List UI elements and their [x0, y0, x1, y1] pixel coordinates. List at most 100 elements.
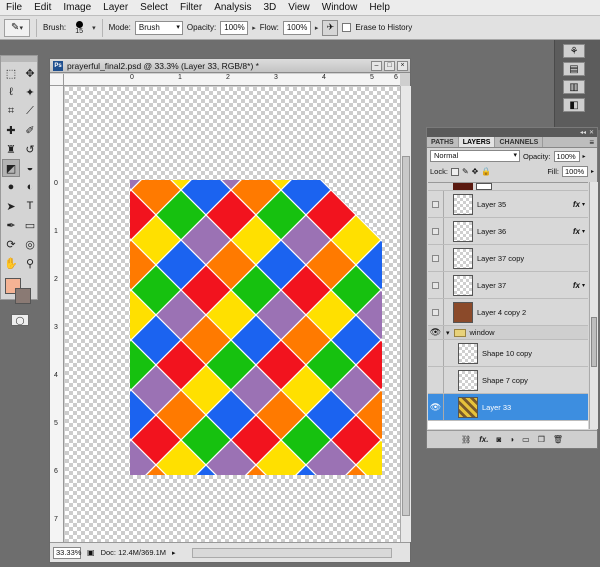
opacity-field[interactable]: 100%	[220, 20, 249, 35]
add-layer-style-button[interactable]: fx.	[479, 435, 488, 444]
close-icon[interactable]: ✕	[589, 129, 594, 136]
visibility-toggle[interactable]	[428, 299, 444, 325]
3d-rotate-tool-icon[interactable]: ⟳	[2, 235, 20, 253]
fx-badge[interactable]: fx	[573, 281, 580, 290]
menu-image[interactable]: Image	[57, 0, 97, 16]
horizontal-scrollbar[interactable]	[191, 547, 392, 558]
flow-field[interactable]: 100%	[282, 20, 311, 35]
layer-group-row[interactable]: 👁 ▾ window	[428, 326, 588, 340]
tab-paths[interactable]: PATHS	[427, 137, 459, 147]
healing-brush-tool-icon[interactable]: ✚	[2, 121, 20, 139]
visibility-toggle[interactable]	[428, 367, 444, 393]
brush-picker[interactable]: 15	[70, 20, 88, 35]
history-icon[interactable]: ◧	[563, 98, 585, 112]
tab-layers[interactable]: LAYERS	[458, 137, 496, 147]
layer-row[interactable]: Shape 7 copy	[428, 367, 588, 394]
document-titlebar[interactable]: Ps prayerful_final2.psd @ 33.3% (Layer 3…	[50, 59, 410, 73]
shape-tool-icon[interactable]: ▭	[21, 216, 39, 234]
fx-badge[interactable]: fx	[573, 227, 580, 236]
menu-layer[interactable]: Layer	[97, 0, 134, 16]
visibility-toggle[interactable]	[428, 218, 444, 244]
chevron-right-icon[interactable]: ▸	[315, 24, 319, 32]
background-color-swatch[interactable]	[15, 288, 31, 304]
crop-tool-icon[interactable]: ⌗	[2, 102, 20, 120]
vertical-scrollbar-thumb[interactable]	[402, 156, 410, 516]
collapse-icon[interactable]: ◂◂	[580, 129, 586, 136]
panel-titlebar[interactable]: ◂◂ ✕	[427, 128, 597, 137]
chevron-down-icon[interactable]: ▾	[92, 24, 96, 32]
blur-tool-icon[interactable]: ●	[2, 178, 20, 196]
add-mask-icon[interactable]: ◙	[496, 435, 501, 444]
ruler-vertical[interactable]: 0 1 2 3 4 5 6 7	[50, 86, 64, 542]
clone-stamp-tool-icon[interactable]: ♜	[2, 140, 20, 158]
eraser-tool-icon[interactable]: ◩	[2, 159, 20, 177]
layer-partial-top[interactable]	[428, 183, 588, 191]
visibility-toggle[interactable]	[428, 272, 444, 298]
minimize-button[interactable]: –	[371, 60, 382, 71]
group-expand-icon[interactable]: ▾	[446, 329, 450, 337]
lock-all-icon[interactable]: 🔒	[481, 167, 491, 176]
ruler-horizontal[interactable]: 0 1 2 3 4 5 6	[64, 74, 400, 86]
airbrush-button[interactable]: ✈	[322, 19, 339, 36]
move-tool-icon[interactable]: ✥	[21, 64, 39, 82]
layer-row[interactable]: Shape 10 copy	[428, 340, 588, 367]
tool-preset-picker[interactable]: ✎ ▾	[4, 18, 30, 37]
menu-file[interactable]: File	[0, 0, 28, 16]
chevron-right-icon[interactable]: ▸	[252, 24, 256, 32]
erase-to-history-checkbox[interactable]	[342, 23, 352, 32]
marquee-tool-icon[interactable]: ⬚	[2, 64, 20, 82]
lock-pixels-icon[interactable]: ✎	[462, 167, 469, 176]
layers-scrollbar[interactable]	[589, 182, 598, 429]
maximize-button[interactable]: □	[384, 60, 395, 71]
status-arrow-icon[interactable]: ▸	[172, 549, 176, 557]
layer-row[interactable]: Layer 35 fx ▾	[428, 191, 588, 218]
menu-window[interactable]: Window	[316, 0, 364, 16]
tab-channels[interactable]: CHANNELS	[495, 137, 544, 147]
layer-row[interactable]: Layer 4 copy 2	[428, 299, 588, 326]
menu-view[interactable]: View	[282, 0, 316, 16]
dodge-tool-icon[interactable]: ◐	[21, 178, 39, 196]
visibility-toggle[interactable]	[428, 191, 444, 217]
chevron-right-icon[interactable]: ▸	[591, 168, 594, 175]
history-brush-tool-icon[interactable]: ↺	[21, 140, 39, 158]
status-menu-icon[interactable]: ▣	[87, 548, 95, 557]
expand-effects-icon[interactable]: ▾	[582, 228, 585, 235]
pen-tool-icon[interactable]: ✒	[2, 216, 20, 234]
fill-field[interactable]: 100%	[561, 166, 588, 177]
visibility-toggle[interactable]	[428, 340, 444, 366]
layer-row[interactable]: Layer 36 fx ▾	[428, 218, 588, 245]
blend-mode-select[interactable]: Normal ▾	[430, 150, 520, 162]
clone-source-icon[interactable]: ▤	[563, 62, 585, 76]
magic-wand-tool-icon[interactable]: ✦	[21, 83, 39, 101]
expand-effects-icon[interactable]: ▾	[582, 282, 585, 289]
delete-layer-icon[interactable]: 🗑	[553, 435, 563, 444]
path-selection-tool-icon[interactable]: ➤	[2, 197, 20, 215]
brush-presets-icon[interactable]: ⚘	[563, 44, 585, 58]
eye-icon[interactable]: 👁	[428, 326, 444, 339]
type-tool-icon[interactable]: T	[21, 197, 39, 215]
new-layer-icon[interactable]: ❐	[538, 435, 545, 444]
layer-row-selected[interactable]: 👁 Layer 33	[428, 394, 588, 421]
zoom-tool-icon[interactable]: ⚲	[21, 254, 39, 272]
layer-row[interactable]: Layer 37 fx ▾	[428, 272, 588, 299]
navigator-icon[interactable]: ▥	[563, 80, 585, 94]
layers-scrollbar-thumb[interactable]	[591, 317, 597, 367]
lock-position-icon[interactable]: ✥	[472, 167, 479, 176]
eyedropper-tool-icon[interactable]: ⟋	[21, 102, 39, 120]
document-canvas[interactable]	[65, 87, 400, 542]
zoom-level-field[interactable]: 33.33%	[53, 546, 81, 559]
expand-effects-icon[interactable]: ▾	[582, 201, 585, 208]
visibility-toggle[interactable]	[428, 245, 444, 271]
paint-bucket-tool-icon[interactable]: ◒	[21, 159, 39, 177]
layer-opacity-field[interactable]: 100%	[553, 150, 580, 162]
adjustment-layer-icon[interactable]: ◑	[509, 435, 514, 444]
new-group-icon[interactable]: ▭	[522, 435, 530, 444]
close-button[interactable]: ×	[397, 60, 408, 71]
ruler-origin[interactable]	[50, 74, 64, 86]
3d-orbit-tool-icon[interactable]: ◎	[21, 235, 39, 253]
link-layers-icon[interactable]: ⛓	[461, 435, 471, 444]
panel-menu-icon[interactable]: ≡	[586, 137, 597, 147]
mode-select[interactable]: Brush ▾	[134, 20, 183, 35]
lasso-tool-icon[interactable]: ℓ	[2, 83, 20, 101]
hand-tool-icon[interactable]: ✋	[2, 254, 20, 272]
